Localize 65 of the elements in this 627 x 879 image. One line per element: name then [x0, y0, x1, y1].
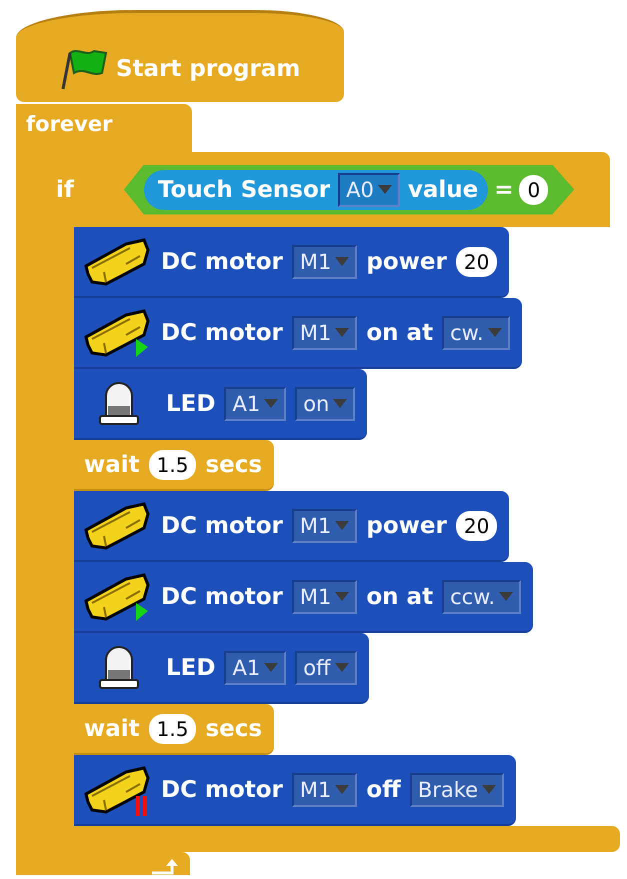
dropdown[interactable]: M1 [292, 244, 358, 278]
touch-sensor-block[interactable]: Touch Sensor A0 value [144, 170, 488, 210]
block-label: power [366, 512, 447, 538]
dropdown[interactable]: cw. [442, 316, 510, 350]
command-block[interactable]: LED A1 on [74, 369, 368, 440]
block-label: off [366, 776, 401, 802]
number-input[interactable]: 1.5 [148, 450, 196, 480]
command-block[interactable]: DC motor M1 power 20 [74, 227, 510, 298]
wait-block[interactable]: wait 1.5 secs [74, 704, 274, 755]
wait-block[interactable]: wait 1.5 secs [74, 440, 274, 491]
caret-icon [499, 592, 514, 601]
caret-icon [335, 785, 350, 794]
dropdown[interactable]: on [295, 386, 356, 420]
block-label: wait [84, 452, 140, 478]
block-label: on at [366, 584, 434, 610]
command-block[interactable]: DC motor M1 on at cw. [74, 298, 522, 369]
dropdown[interactable]: M1 [292, 772, 358, 806]
block-label: DC motor [161, 512, 283, 538]
caret-icon [335, 257, 350, 266]
caret-icon [335, 592, 350, 601]
block-label: on at [366, 320, 434, 346]
dropdown[interactable]: M1 [292, 508, 358, 542]
caret-icon [378, 185, 392, 194]
block-label: DC motor [161, 248, 283, 274]
caret-icon [488, 328, 502, 337]
dropdown[interactable]: A0 [338, 172, 400, 206]
command-block[interactable]: DC motor M1 on at ccw. [74, 562, 534, 633]
caret-icon [264, 399, 278, 408]
number-input[interactable]: 1.5 [148, 714, 196, 744]
caret-icon [335, 521, 350, 530]
number-input[interactable]: 20 [456, 510, 498, 540]
block-label: DC motor [161, 776, 283, 802]
dropdown[interactable]: M1 [292, 580, 358, 614]
number-input[interactable]: 0 [519, 174, 548, 204]
equals-block[interactable]: Touch Sensor A0 value = 0 [124, 164, 574, 214]
command-block[interactable]: DC motor M1 power 20 [74, 491, 510, 562]
block-label: power [366, 248, 447, 274]
command-block[interactable]: DC motor M1 off Brake [74, 755, 516, 826]
block-label: LED [166, 390, 216, 416]
dropdown[interactable]: M1 [292, 316, 358, 350]
dropdown[interactable]: A1 [224, 650, 286, 684]
number-input[interactable]: 20 [456, 246, 498, 276]
command-block[interactable]: LED A1 off [74, 633, 369, 704]
dropdown[interactable]: ccw. [442, 580, 522, 614]
dropdown[interactable]: Brake [410, 772, 504, 806]
caret-icon [334, 663, 349, 672]
caret-icon [264, 663, 278, 672]
caret-icon [333, 399, 348, 408]
block-label: secs [205, 716, 262, 742]
if-block[interactable]: if Touch Sensor A0 value = 0 [44, 152, 610, 227]
dropdown[interactable]: A1 [224, 386, 286, 420]
block-label: LED [166, 654, 216, 680]
block-label: if [56, 176, 74, 202]
loop-arrow-icon [152, 859, 180, 875]
operator-label: = [494, 176, 514, 202]
block-label: Start program [116, 56, 300, 82]
block-label: wait [84, 716, 140, 742]
block-label: DC motor [161, 320, 283, 346]
block-label: value [408, 176, 478, 202]
caret-icon [482, 785, 496, 794]
block-label: DC motor [161, 584, 283, 610]
block-label: Touch Sensor [158, 176, 330, 202]
block-label: secs [205, 452, 262, 478]
dropdown[interactable]: off [295, 650, 357, 684]
caret-icon [335, 328, 350, 337]
